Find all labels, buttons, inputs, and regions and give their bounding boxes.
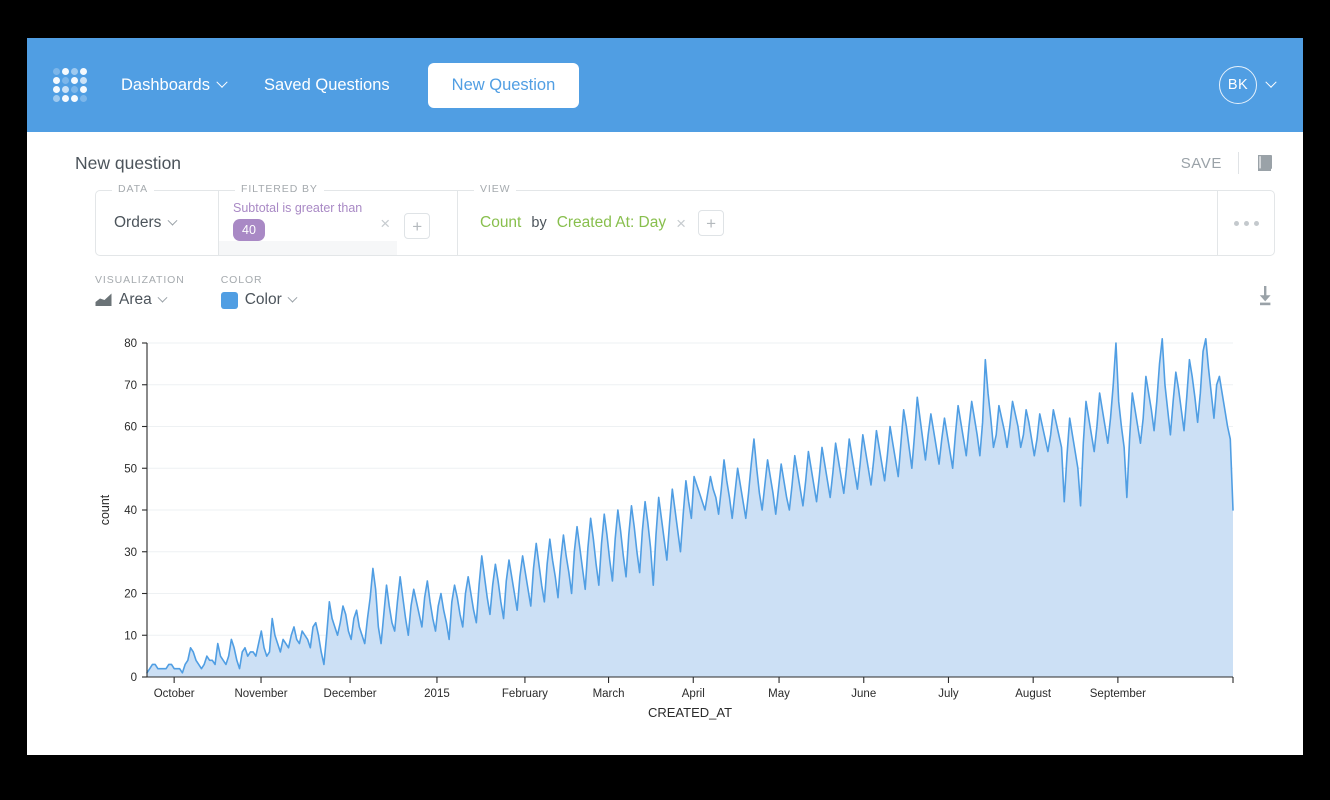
save-button[interactable]: SAVE [1181, 155, 1222, 172]
new-question-button[interactable]: New Question [428, 63, 580, 108]
add-filter-button[interactable]: + [404, 213, 430, 239]
nav-dashboards-label: Dashboards [121, 76, 210, 95]
svg-text:September: September [1090, 688, 1146, 700]
color-selector[interactable]: Color [221, 291, 296, 309]
svg-text:June: June [851, 688, 876, 700]
svg-text:July: July [938, 688, 959, 700]
svg-text:70: 70 [124, 380, 137, 392]
filter-clause[interactable]: Subtotal is greater than 40 [233, 201, 362, 241]
metabase-logo-icon[interactable] [53, 68, 87, 102]
nav-item-dashboards[interactable]: Dashboards [121, 76, 226, 95]
svg-text:30: 30 [124, 547, 137, 559]
chevron-down-icon [157, 292, 167, 302]
svg-text:November: November [234, 688, 287, 700]
by-keyword: by [531, 215, 546, 231]
profile-menu[interactable]: BK [1219, 66, 1275, 104]
filter-section-label: FILTERED BY [235, 183, 324, 195]
visualization-type-value: Area [119, 291, 152, 309]
x-axis: October November December 2015 February March… [147, 677, 1233, 700]
data-source-value: Orders [114, 214, 161, 232]
remove-breakout-icon[interactable]: × [676, 215, 686, 232]
svg-text:10: 10 [124, 630, 137, 642]
chart-container: 0 10 20 30 40 50 60 70 80 October November Decembe… [27, 325, 1303, 725]
avatar: BK [1219, 66, 1257, 104]
svg-text:60: 60 [124, 422, 137, 434]
ellipsis-icon [1234, 221, 1259, 226]
view-section: VIEW Count by Created At: Day × + [458, 191, 1217, 255]
visualization-settings-row: VISUALIZATION Area COLOR Color [95, 274, 1275, 311]
area-chart-icon [95, 293, 112, 307]
data-source-selector[interactable]: Orders [114, 214, 176, 232]
svg-text:March: March [593, 688, 625, 700]
app-window: Dashboards Saved Questions New Question … [27, 38, 1303, 755]
svg-text:October: October [154, 688, 195, 700]
data-section: DATA Orders [96, 191, 218, 255]
y-axis: 0 10 20 30 40 50 60 70 80 [124, 338, 147, 684]
top-navigation-bar: Dashboards Saved Questions New Question … [27, 38, 1303, 132]
y-axis-title: count [98, 494, 112, 525]
chevron-down-icon [168, 215, 178, 225]
filter-underbar [219, 241, 397, 255]
nav-item-saved-questions[interactable]: Saved Questions [264, 76, 390, 95]
chevron-down-icon [1265, 77, 1276, 88]
color-group: COLOR Color [221, 274, 296, 309]
chevron-down-icon [287, 292, 297, 302]
color-value: Color [245, 291, 282, 309]
svg-text:20: 20 [124, 589, 137, 601]
download-icon[interactable] [1255, 285, 1275, 307]
filter-section: FILTERED BY Subtotal is greater than 40 … [219, 191, 457, 255]
filter-clause-text: Subtotal is greater than [233, 201, 362, 215]
remove-filter-icon[interactable]: × [380, 215, 390, 232]
svg-text:50: 50 [124, 463, 137, 475]
color-label: COLOR [221, 274, 296, 286]
view-section-label: VIEW [474, 183, 516, 195]
visualization-type-group: VISUALIZATION Area [95, 274, 185, 309]
add-aggregation-button[interactable]: + [698, 210, 724, 236]
more-options-button[interactable] [1218, 191, 1274, 255]
nav-saved-questions-label: Saved Questions [264, 76, 390, 95]
svg-text:40: 40 [124, 505, 137, 517]
svg-text:April: April [682, 688, 705, 700]
aggregation-selector[interactable]: Count [480, 214, 521, 232]
chevron-down-icon [216, 77, 227, 88]
svg-text:August: August [1015, 688, 1052, 700]
book-icon[interactable] [1255, 153, 1275, 173]
x-axis-title: CREATED_AT [648, 705, 732, 720]
svg-text:80: 80 [124, 338, 137, 350]
color-swatch-icon [221, 292, 238, 309]
svg-text:2015: 2015 [424, 688, 450, 700]
question-header: New question SAVE [27, 132, 1303, 182]
visualization-type-selector[interactable]: Area [95, 291, 185, 309]
query-builder-bar: DATA Orders FILTERED BY Subtotal is grea… [95, 190, 1275, 256]
visualization-label: VISUALIZATION [95, 274, 185, 286]
breakout-selector[interactable]: Created At: Day [557, 214, 666, 232]
filter-value-badge: 40 [233, 219, 265, 241]
svg-text:February: February [502, 688, 548, 700]
svg-text:December: December [324, 688, 377, 700]
header-divider [1238, 152, 1239, 174]
svg-text:May: May [768, 688, 790, 700]
data-section-label: DATA [112, 183, 154, 195]
area-chart[interactable]: 0 10 20 30 40 50 60 70 80 October November Decembe… [27, 325, 1303, 725]
svg-text:0: 0 [131, 672, 137, 684]
page-title: New question [75, 153, 181, 174]
